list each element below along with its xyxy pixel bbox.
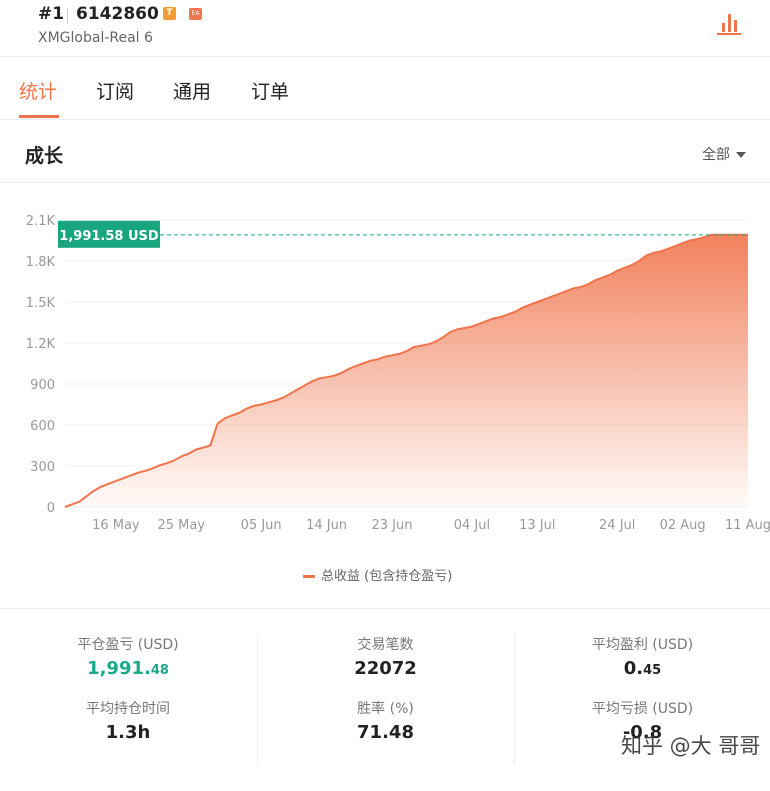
y-tick-label: 1.2K — [26, 337, 56, 352]
tab-general[interactable]: 通用 — [173, 77, 211, 104]
x-tick-label: 16 May — [92, 518, 140, 533]
trades-label: 交易笔数 — [357, 637, 414, 653]
x-tick-label: 14 Jun — [306, 518, 347, 533]
watermark: 知乎 @大 哥哥 — [621, 734, 761, 758]
account-header: #1 6142860 T EA XMGlobal-Real 6 — [0, 0, 770, 57]
closed-pl-label: 平仓盈亏 (USD) — [77, 637, 179, 653]
avg-hold-value: 1.3h — [105, 722, 151, 743]
y-tick-label: 600 — [30, 419, 55, 434]
stats-panel: 平仓盈亏 (USD) 1,991.48 平均持仓时间 1.3h 交易笔数 220… — [0, 608, 770, 791]
y-tick-label: 1.5K — [26, 296, 56, 311]
y-tick-label: 900 — [30, 378, 55, 393]
trades-value: 22072 — [354, 658, 417, 679]
growth-section-header: 成长 全部 — [0, 120, 770, 183]
x-tick-label: 02 Aug — [660, 518, 706, 533]
range-dropdown[interactable]: 全部 — [702, 144, 746, 164]
range-dropdown-label: 全部 — [702, 147, 730, 163]
active-tab-indicator — [19, 115, 59, 118]
avg-loss-label: 平均亏损 (USD) — [591, 701, 694, 717]
growth-chart: 0 300 600 900 1.2K 1.5K 1.8K 2.1K 16 May 25 May 0… — [26, 214, 770, 533]
stats-column-1: 平仓盈亏 (USD) 1,991.48 平均持仓时间 1.3h — [0, 634, 256, 762]
server-name: XMGlobal-Real 6 — [38, 30, 153, 46]
x-tick-label: 11 Aug — [725, 518, 770, 533]
tab-orders[interactable]: 订单 — [251, 77, 289, 104]
legend-label: 总收益 (包含持仓盈亏) — [321, 569, 453, 584]
current-value-text: 1,991.58 USD — [59, 229, 159, 244]
x-tick-label: 13 Jul — [519, 518, 555, 533]
account-number: 6142860 — [76, 4, 159, 24]
section-title: 成长 — [25, 145, 64, 167]
tab-bar: 统计 订阅 通用 订单 — [0, 57, 770, 120]
stats-column-2: 交易笔数 22072 胜率 (%) 71.48 — [257, 634, 513, 764]
chart-icon[interactable] — [715, 10, 743, 36]
legend-swatch — [303, 575, 315, 578]
x-tick-label: 24 Jul — [599, 518, 635, 533]
avg-profit-main: 0. — [623, 658, 644, 679]
closed-pl-cents: 48 — [150, 663, 169, 678]
winrate-value: 71.48 — [357, 722, 414, 743]
y-tick-label: 0 — [47, 501, 55, 516]
badge-t: T — [163, 7, 176, 20]
winrate-label: 胜率 (%) — [357, 701, 414, 717]
tab-subscribe[interactable]: 订阅 — [96, 77, 134, 104]
avg-profit-label: 平均盈利 (USD) — [591, 637, 694, 653]
tab-stats[interactable]: 统计 — [19, 77, 57, 104]
x-tick-label: 05 Jun — [241, 518, 282, 533]
y-tick-label: 1.8K — [26, 255, 56, 270]
badge-ea: EA — [189, 8, 202, 20]
y-tick-label: 2.1K — [26, 214, 56, 229]
x-tick-label: 04 Jul — [454, 518, 490, 533]
header-divider — [67, 8, 68, 24]
avg-profit-value: 0.45 — [515, 658, 770, 698]
series-area — [65, 234, 748, 508]
caret-down-icon — [736, 152, 746, 158]
avg-profit-cents: 45 — [643, 663, 662, 678]
avg-hold-label: 平均持仓时间 — [86, 701, 170, 717]
chart-legend: 总收益 (包含持仓盈亏) — [303, 565, 452, 584]
closed-pl-main: 1,991. — [87, 658, 151, 679]
x-tick-label: 23 Jun — [371, 518, 412, 533]
x-tick-label: 25 May — [157, 518, 205, 533]
closed-pl-value: 1,991.48 — [0, 658, 256, 698]
y-tick-label: 300 — [30, 460, 55, 475]
rank-label: #1 — [38, 4, 65, 24]
